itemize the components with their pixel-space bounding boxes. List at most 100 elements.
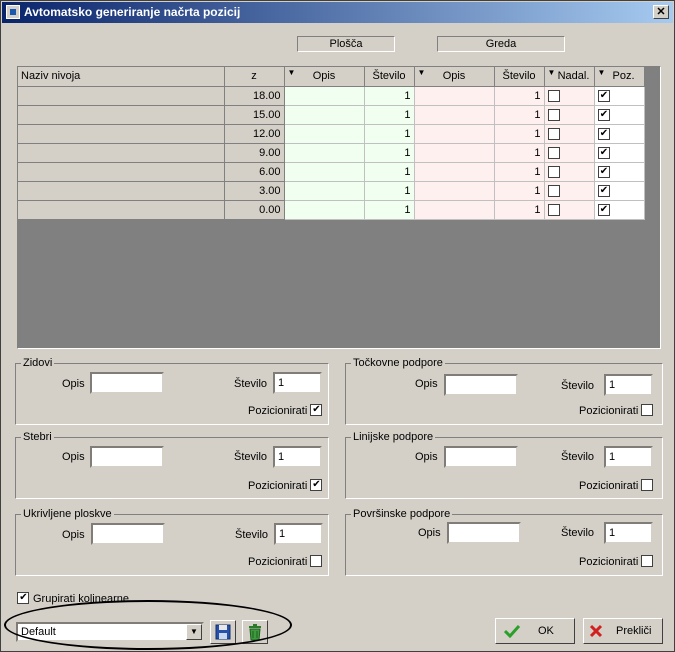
poz-checkbox[interactable] — [597, 89, 610, 102]
poz-checkbox[interactable] — [597, 184, 610, 197]
greda-stevilo-cell[interactable]: 1 — [494, 162, 545, 182]
tockovne-poz-checkbox[interactable] — [641, 404, 653, 416]
nadal-checkbox[interactable] — [547, 108, 560, 121]
poz-cell[interactable] — [594, 143, 645, 163]
level-name-cell[interactable] — [18, 200, 225, 220]
poz-checkbox[interactable] — [597, 146, 610, 159]
greda-opis-cell[interactable] — [414, 162, 495, 182]
z-cell[interactable]: 12.00 — [224, 124, 285, 144]
zidovi-stevilo-input[interactable]: 1 — [273, 372, 322, 394]
plosca-stevilo-cell[interactable]: 1 — [364, 181, 415, 201]
ukrivljene-opis-input[interactable] — [91, 523, 165, 545]
stebri-stevilo-input[interactable]: 1 — [273, 446, 322, 468]
poz-checkbox[interactable] — [597, 108, 610, 121]
col-header-z[interactable]: z — [224, 67, 285, 87]
povrsinske-opis-input[interactable] — [447, 522, 521, 544]
table-row[interactable]: 15.00 1 1 — [18, 105, 645, 125]
z-cell[interactable]: 18.00 — [224, 86, 285, 106]
close-button[interactable]: ✕ — [653, 5, 669, 19]
plosca-opis-cell[interactable] — [284, 200, 365, 220]
zidovi-opis-input[interactable] — [90, 372, 164, 394]
plosca-stevilo-cell[interactable]: 1 — [364, 162, 415, 182]
col-header-plosca-opis[interactable]: Opis — [284, 67, 365, 87]
nadal-cell[interactable] — [544, 143, 595, 163]
linijske-stevilo-input[interactable]: 1 — [604, 446, 653, 468]
poz-cell[interactable] — [594, 162, 645, 182]
nadal-cell[interactable] — [544, 162, 595, 182]
stebri-opis-input[interactable] — [90, 446, 164, 468]
nadal-checkbox[interactable] — [547, 146, 560, 159]
plosca-opis-cell[interactable] — [284, 181, 365, 201]
zidovi-poz-checkbox[interactable] — [310, 404, 322, 416]
col-header-greda-stevilo[interactable]: Število — [494, 67, 545, 87]
table-row[interactable]: 12.00 1 1 — [18, 124, 645, 144]
greda-stevilo-cell[interactable]: 1 — [494, 143, 545, 163]
nadal-checkbox[interactable] — [547, 127, 560, 140]
greda-stevilo-cell[interactable]: 1 — [494, 181, 545, 201]
plosca-stevilo-cell[interactable]: 1 — [364, 200, 415, 220]
plosca-stevilo-cell[interactable]: 1 — [364, 105, 415, 125]
z-cell[interactable]: 9.00 — [224, 143, 285, 163]
nadal-cell[interactable] — [544, 124, 595, 144]
greda-stevilo-cell[interactable]: 1 — [494, 200, 545, 220]
poz-cell[interactable] — [594, 181, 645, 201]
col-header-plosca-stevilo[interactable]: Število — [364, 67, 415, 87]
poz-cell[interactable] — [594, 105, 645, 125]
plosca-stevilo-cell[interactable]: 1 — [364, 86, 415, 106]
table-row[interactable]: 0.00 1 1 — [18, 200, 645, 220]
nadal-checkbox[interactable] — [547, 203, 560, 216]
col-header-naziv[interactable]: Naziv nivoja — [18, 67, 225, 87]
level-name-cell[interactable] — [18, 124, 225, 144]
greda-opis-cell[interactable] — [414, 105, 495, 125]
greda-stevilo-cell[interactable]: 1 — [494, 86, 545, 106]
tockovne-stevilo-input[interactable]: 1 — [604, 374, 653, 396]
plosca-opis-cell[interactable] — [284, 86, 365, 106]
nadal-cell[interactable] — [544, 105, 595, 125]
plosca-stevilo-cell[interactable]: 1 — [364, 143, 415, 163]
level-name-cell[interactable] — [18, 143, 225, 163]
table-row[interactable]: 9.00 1 1 — [18, 143, 645, 163]
level-name-cell[interactable] — [18, 105, 225, 125]
col-header-greda-opis[interactable]: Opis — [414, 67, 495, 87]
ukrivljene-stevilo-input[interactable]: 1 — [274, 523, 323, 545]
col-header-nadal[interactable]: Nadal. — [544, 67, 595, 87]
stebri-poz-checkbox[interactable] — [310, 479, 322, 491]
levels-grid[interactable]: Naziv nivoja z Opis Število Opis Število… — [17, 66, 661, 349]
ukrivljene-poz-checkbox[interactable] — [310, 555, 322, 567]
poz-cell[interactable] — [594, 200, 645, 220]
ok-button[interactable]: OK — [495, 618, 575, 644]
table-row[interactable]: 18.00 1 1 — [18, 86, 645, 106]
z-cell[interactable]: 3.00 — [224, 181, 285, 201]
poz-checkbox[interactable] — [597, 203, 610, 216]
poz-cell[interactable] — [594, 124, 645, 144]
linijske-opis-input[interactable] — [444, 446, 518, 468]
greda-opis-cell[interactable] — [414, 143, 495, 163]
nadal-checkbox[interactable] — [547, 89, 560, 102]
greda-opis-cell[interactable] — [414, 86, 495, 106]
table-row[interactable]: 3.00 1 1 — [18, 181, 645, 201]
greda-opis-cell[interactable] — [414, 124, 495, 144]
plosca-opis-cell[interactable] — [284, 143, 365, 163]
level-name-cell[interactable] — [18, 162, 225, 182]
nadal-cell[interactable] — [544, 86, 595, 106]
greda-stevilo-cell[interactable]: 1 — [494, 124, 545, 144]
nadal-checkbox[interactable] — [547, 165, 560, 178]
poz-checkbox[interactable] — [597, 165, 610, 178]
level-name-cell[interactable] — [18, 181, 225, 201]
plosca-opis-cell[interactable] — [284, 105, 365, 125]
greda-stevilo-cell[interactable]: 1 — [494, 105, 545, 125]
z-cell[interactable]: 15.00 — [224, 105, 285, 125]
nadal-cell[interactable] — [544, 200, 595, 220]
nadal-cell[interactable] — [544, 181, 595, 201]
level-name-cell[interactable] — [18, 86, 225, 106]
table-row[interactable]: 6.00 1 1 — [18, 162, 645, 182]
poz-checkbox[interactable] — [597, 127, 610, 140]
plosca-stevilo-cell[interactable]: 1 — [364, 124, 415, 144]
poz-cell[interactable] — [594, 86, 645, 106]
z-cell[interactable]: 0.00 — [224, 200, 285, 220]
cancel-button[interactable]: Prekliči — [583, 618, 663, 644]
z-cell[interactable]: 6.00 — [224, 162, 285, 182]
greda-opis-cell[interactable] — [414, 200, 495, 220]
plosca-opis-cell[interactable] — [284, 124, 365, 144]
povrsinske-stevilo-input[interactable]: 1 — [604, 522, 653, 544]
